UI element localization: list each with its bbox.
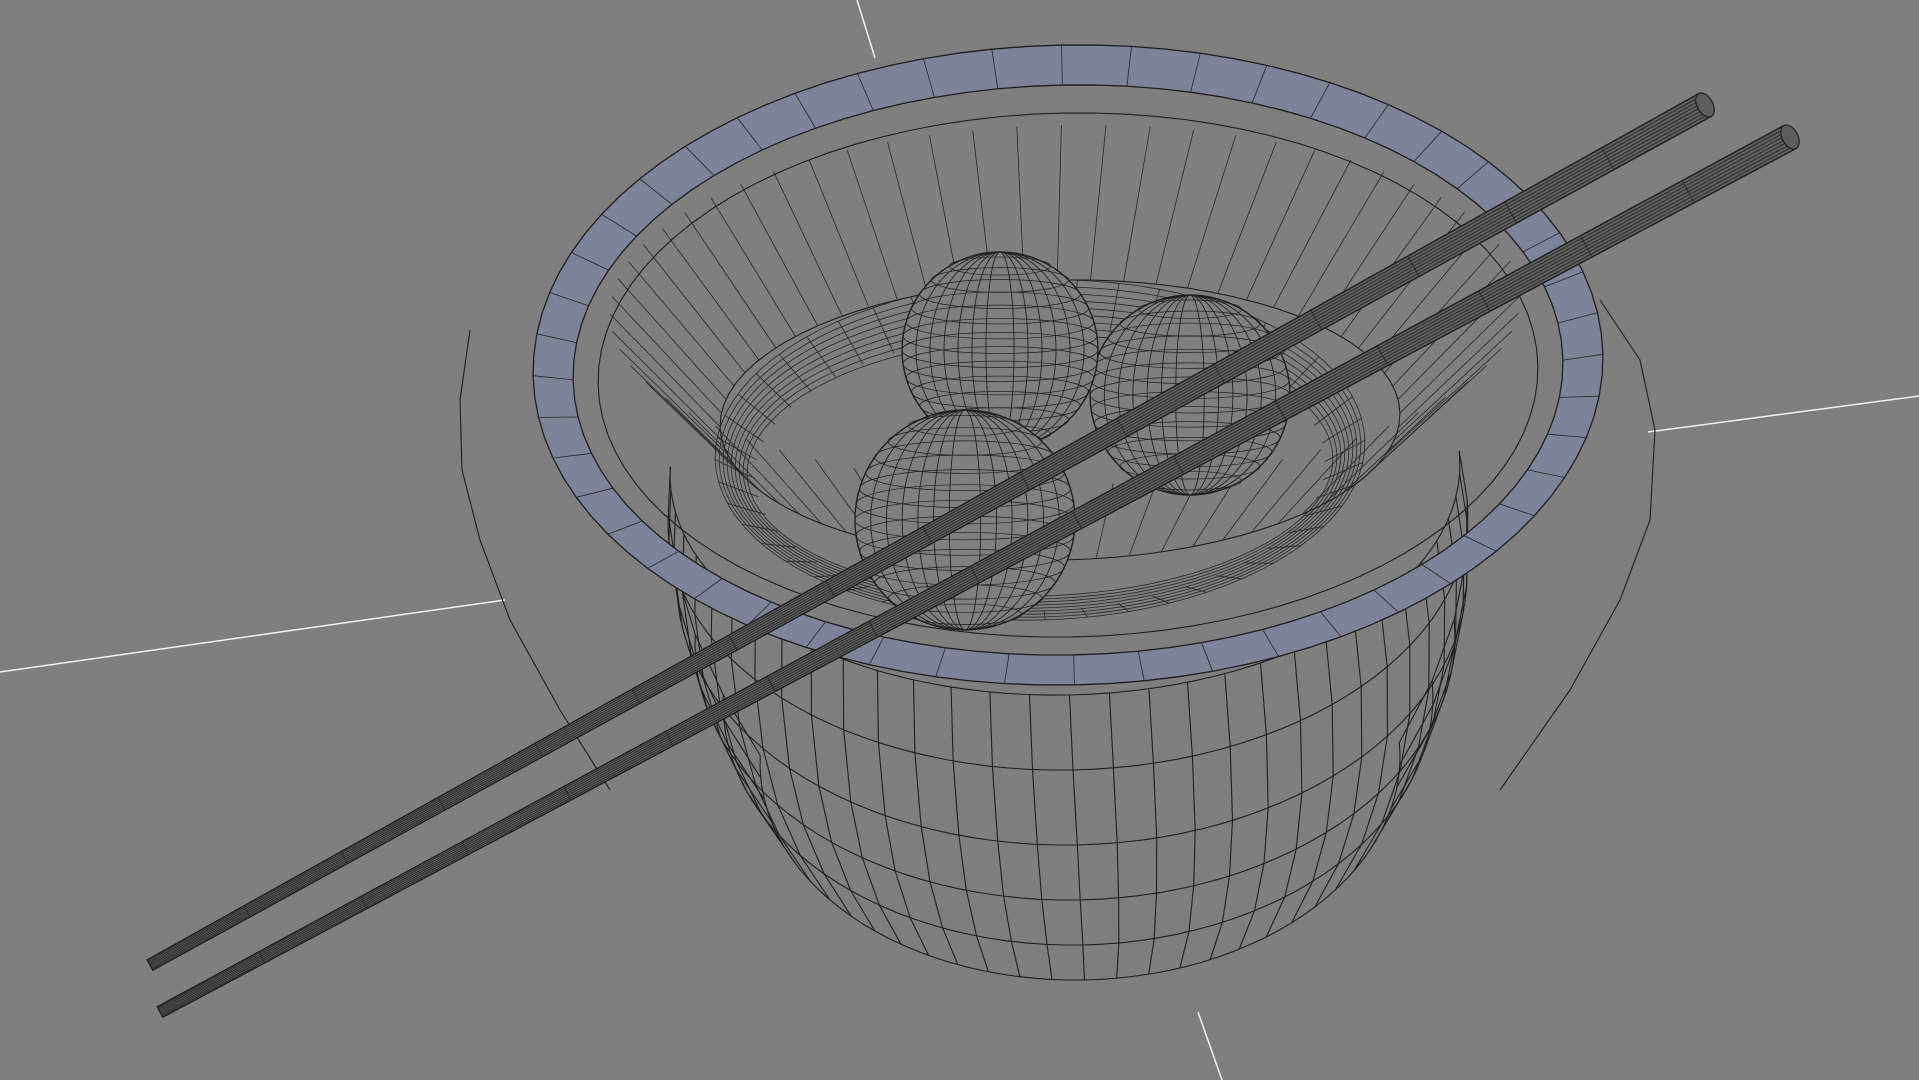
bowl-outer-segment <box>1028 694 1053 980</box>
bowl-outer-segment <box>1314 619 1363 908</box>
bowl-outer-segment <box>989 691 1021 977</box>
bowl-outer-segment <box>912 679 959 965</box>
3d-viewport[interactable] <box>0 0 1919 1080</box>
bowl-outer-segment <box>1148 688 1158 975</box>
axis-line-z-bottom <box>1197 1011 1223 1080</box>
dish-segment <box>1080 607 1088 618</box>
bowl-outer-segment <box>1265 650 1303 938</box>
bowl-outer-segment <box>1108 692 1120 979</box>
inner-wall-segment <box>688 412 780 504</box>
inner-wall-segment <box>1385 348 1502 455</box>
bowl-outer-segment <box>1179 682 1196 969</box>
dish-segment <box>737 393 776 425</box>
inner-wall-segment <box>1273 159 1352 308</box>
inner-wall-segment <box>628 261 735 387</box>
wireframe-scene[interactable] <box>0 0 1919 1080</box>
inner-wall-segment <box>645 382 748 481</box>
inner-wall-segment <box>773 171 843 317</box>
inner-wall-segment <box>1246 150 1316 300</box>
inner-wall-segment <box>1123 126 1151 282</box>
inner-wall-segment <box>1360 381 1469 481</box>
axis-line-x-right <box>1647 395 1919 433</box>
bowl-outer-segment <box>876 670 930 956</box>
inner-wall-segment <box>710 197 796 337</box>
dish-segment <box>1316 484 1356 499</box>
bowl-outer-ring <box>759 742 1401 981</box>
dish-segment <box>1268 545 1301 549</box>
inner-wall-segment <box>1155 130 1194 285</box>
inner-wall-segment <box>661 227 760 361</box>
bowl-outer-ring <box>722 680 1434 946</box>
axis-line-z-top <box>856 0 876 59</box>
inner-wall-segment <box>847 150 898 300</box>
inner-wall-segment <box>1090 124 1107 281</box>
inner-wall-segment <box>808 160 870 308</box>
inner-wall-segment <box>612 331 723 441</box>
axis-line-x-left <box>0 599 506 673</box>
bowl-outer-segment <box>1209 673 1234 960</box>
bowl-outer-segment <box>950 686 990 972</box>
inner-wall-segment <box>684 212 777 349</box>
bowl-outer-segment <box>1068 694 1085 981</box>
inner-wall-segment <box>740 184 819 326</box>
inner-wall-segment <box>887 142 928 294</box>
inner-wall-segment <box>1056 124 1062 281</box>
dish-segment <box>1043 609 1046 620</box>
inner-wall-segment <box>642 244 746 373</box>
